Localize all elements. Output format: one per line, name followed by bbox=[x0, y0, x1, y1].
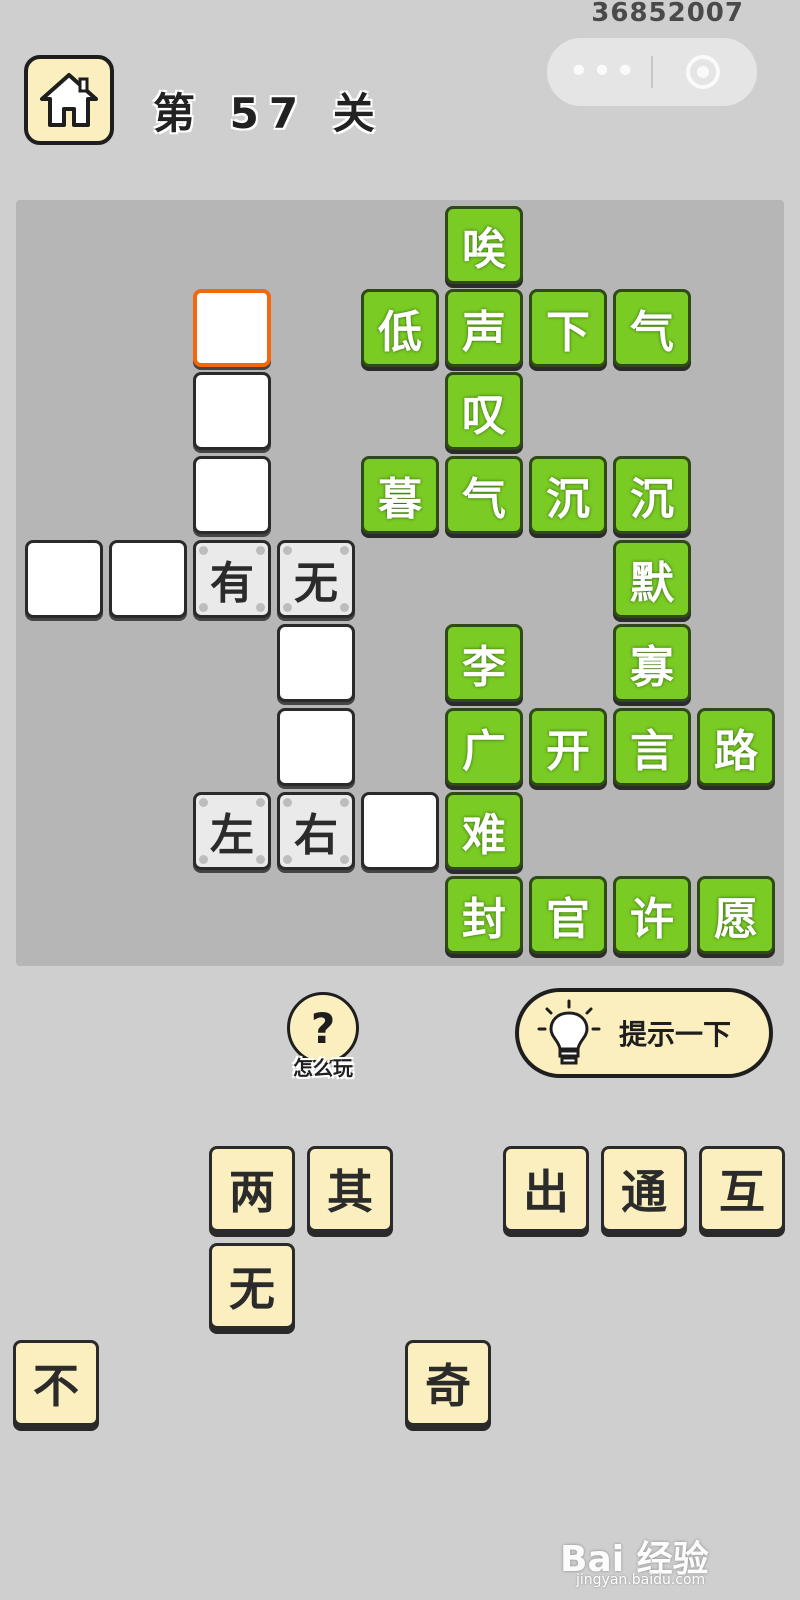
solved-cell: 寡 bbox=[613, 624, 691, 702]
capsule-menu: ••• bbox=[547, 38, 757, 106]
level-id: 36852007 bbox=[591, 0, 744, 28]
answer-tile[interactable]: 不 bbox=[13, 1340, 99, 1426]
empty-cell-selected[interactable] bbox=[193, 289, 271, 367]
empty-cell[interactable] bbox=[193, 456, 271, 534]
target-circle-icon bbox=[686, 55, 720, 89]
solved-cell: 难 bbox=[445, 792, 523, 870]
given-char: 无 bbox=[294, 558, 338, 609]
hint-button[interactable]: 提示一下 bbox=[515, 988, 773, 1078]
corner-dot bbox=[199, 855, 208, 864]
solved-cell: 开 bbox=[529, 708, 607, 786]
corner-dot bbox=[199, 546, 208, 555]
level-title: 第 57 关 bbox=[153, 89, 385, 138]
solved-cell: 唉 bbox=[445, 206, 523, 284]
given-cell: 有 bbox=[193, 540, 271, 618]
answer-tile[interactable]: 其 bbox=[307, 1146, 393, 1232]
empty-cell[interactable] bbox=[277, 624, 355, 702]
more-button[interactable]: ••• bbox=[557, 38, 649, 106]
solved-cell: 封 bbox=[445, 876, 523, 954]
corner-dot bbox=[256, 855, 265, 864]
answer-tile[interactable]: 两 bbox=[209, 1146, 295, 1232]
corner-dot bbox=[199, 798, 208, 807]
empty-cell[interactable] bbox=[25, 540, 103, 618]
corner-dot bbox=[340, 798, 349, 807]
answer-tile[interactable]: 通 bbox=[601, 1146, 687, 1232]
solved-cell: 暮 bbox=[361, 456, 439, 534]
given-char: 有 bbox=[210, 558, 254, 609]
corner-dot bbox=[283, 855, 292, 864]
close-button[interactable] bbox=[657, 38, 749, 106]
corner-dot bbox=[256, 546, 265, 555]
given-char: 左 bbox=[210, 810, 254, 861]
empty-cell[interactable] bbox=[277, 708, 355, 786]
corner-dot bbox=[340, 855, 349, 864]
solved-cell: 官 bbox=[529, 876, 607, 954]
answer-tile[interactable]: 无 bbox=[209, 1243, 295, 1329]
corner-dot bbox=[256, 603, 265, 612]
corner-dot bbox=[283, 798, 292, 807]
solved-cell: 愿 bbox=[697, 876, 775, 954]
empty-cell[interactable] bbox=[193, 372, 271, 450]
answer-tile[interactable]: 奇 bbox=[405, 1340, 491, 1426]
answer-tile[interactable]: 出 bbox=[503, 1146, 589, 1232]
empty-cell[interactable] bbox=[361, 792, 439, 870]
home-icon bbox=[40, 73, 98, 127]
solved-cell: 广 bbox=[445, 708, 523, 786]
solved-cell: 气 bbox=[445, 456, 523, 534]
solved-cell: 默 bbox=[613, 540, 691, 618]
crossword-board: 唉 低 声 下 气 叹 暮 气 沉 沉 默 李 寡 广 开 言 路 难 封 官 … bbox=[16, 200, 784, 966]
solved-cell: 路 bbox=[697, 708, 775, 786]
given-cell: 左 bbox=[193, 792, 271, 870]
given-cell: 右 bbox=[277, 792, 355, 870]
solved-cell: 声 bbox=[445, 289, 523, 367]
more-dots-icon: ••• bbox=[568, 51, 638, 92]
how-to-play-label: 怎么玩 bbox=[293, 1056, 353, 1080]
lightbulb-icon bbox=[537, 999, 601, 1065]
given-char: 右 bbox=[294, 810, 338, 861]
corner-dot bbox=[283, 546, 292, 555]
watermark: Bai 经验 jingyan.baidu.com bbox=[560, 1530, 760, 1590]
home-button[interactable] bbox=[24, 55, 114, 145]
how-to-play-button[interactable]: ? 怎么玩 bbox=[283, 992, 363, 1092]
solved-cell: 下 bbox=[529, 289, 607, 367]
solved-cell: 言 bbox=[613, 708, 691, 786]
solved-cell: 气 bbox=[613, 289, 691, 367]
solved-cell: 许 bbox=[613, 876, 691, 954]
corner-dot bbox=[256, 798, 265, 807]
solved-cell: 低 bbox=[361, 289, 439, 367]
corner-dot bbox=[340, 546, 349, 555]
answer-tile[interactable]: 互 bbox=[699, 1146, 785, 1232]
capsule-divider bbox=[651, 56, 653, 88]
solved-cell: 沉 bbox=[613, 456, 691, 534]
given-cell: 无 bbox=[277, 540, 355, 618]
solved-cell: 沉 bbox=[529, 456, 607, 534]
solved-cell: 叹 bbox=[445, 372, 523, 450]
corner-dot bbox=[199, 603, 208, 612]
corner-dot bbox=[340, 603, 349, 612]
solved-cell: 李 bbox=[445, 624, 523, 702]
watermark-url: jingyan.baidu.com bbox=[576, 1572, 706, 1588]
corner-dot bbox=[283, 603, 292, 612]
hint-label: 提示一下 bbox=[619, 1018, 732, 1051]
empty-cell[interactable] bbox=[109, 540, 187, 618]
